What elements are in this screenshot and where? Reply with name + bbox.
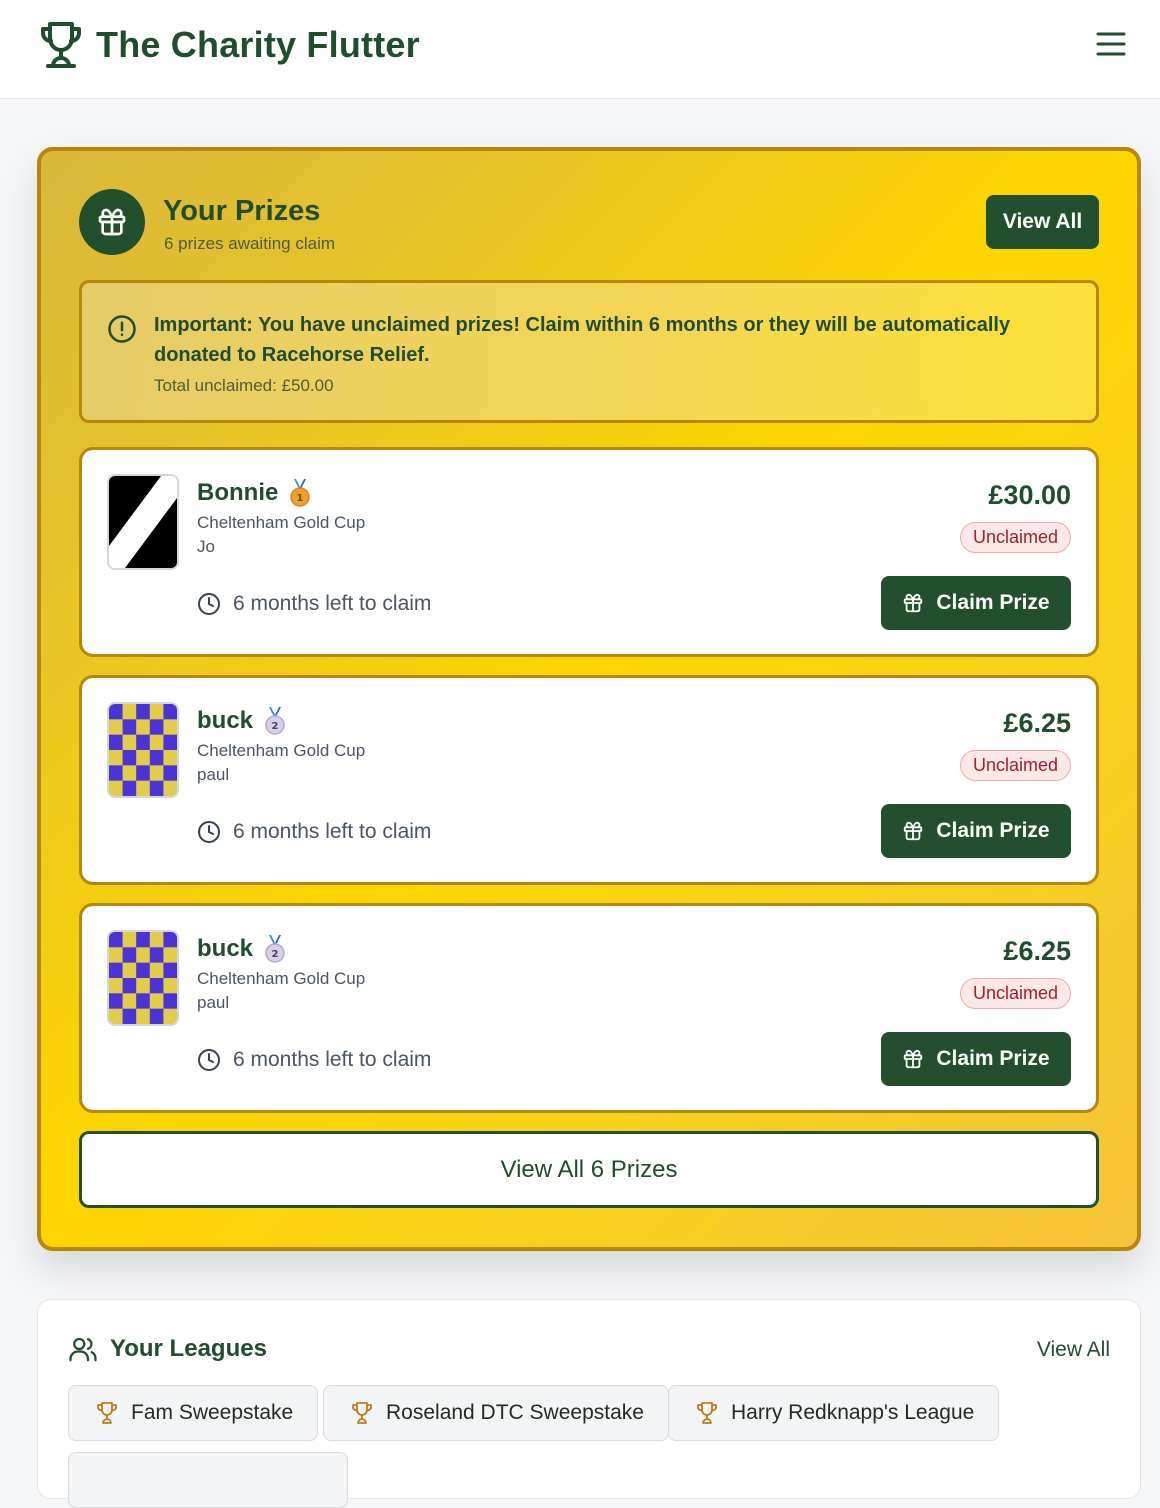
prizes-badge [79,189,145,255]
race-name: Cheltenham Gold Cup [197,513,366,532]
prize-amount: £6.25 [1003,936,1071,966]
gift-icon [904,593,923,613]
prize-amount: £30.00 [988,480,1071,510]
prize-card: buck 2 Cheltenham Gold Cup paul 6 months… [79,675,1099,885]
status-badge: Unclaimed [959,978,1071,1009]
horse-name: Bonnie 1 [197,479,312,507]
status-badge: Unclaimed [959,522,1071,553]
trophy-icon [41,22,81,68]
gold-medal-icon: 1 [290,479,311,507]
unclaimed-warning: Important: You have unclaimed prizes! Cl… [79,280,1099,423]
gift-icon [904,821,923,841]
hamburger-menu-icon[interactable] [1094,28,1128,60]
time-left: 6 months left to claim [197,592,431,616]
league-chip[interactable]: Roseland DTC Sweepstake [323,1385,669,1441]
prize-card: buck 2 Cheltenham Gold Cup paul 6 months… [79,903,1099,1113]
leagues-view-all-link[interactable]: View All [1037,1338,1110,1362]
clock-icon [198,821,220,843]
leagues-panel: Your Leagues View All Fam Sweepstake Ros… [37,1299,1141,1508]
jockey-silk [107,702,179,798]
jockey-silk [107,930,179,1026]
trophy-icon [697,1402,717,1424]
clock-icon [198,1049,220,1071]
warning-message: Important: You have unclaimed prizes! Cl… [154,314,1011,366]
time-left: 6 months left to claim [197,1048,431,1072]
top-bar: The Charity Flutter [0,0,1160,99]
prizes-panel: Your Prizes 6 prizes awaiting claim View… [37,147,1141,1251]
leagues-title: Your Leagues [110,1335,267,1362]
trophy-icon [97,1402,117,1424]
clock-icon [198,593,220,615]
claim-prize-button[interactable]: Claim Prize [881,1032,1071,1086]
league-chip[interactable]: Harry Redknapp's League [668,1385,1000,1441]
silver-medal-icon: 2 [265,935,285,963]
gift-icon [904,1049,923,1069]
prizes-view-all-button[interactable]: View All [986,195,1099,249]
owner-name: paul [197,993,230,1012]
owner-name: Jo [197,537,215,556]
trophy-icon [352,1402,372,1424]
gift-icon [98,208,126,236]
svg-text:2: 2 [272,949,279,960]
claim-prize-button[interactable]: Claim Prize [881,804,1071,858]
owner-name: paul [197,765,230,784]
race-name: Cheltenham Gold Cup [197,969,366,988]
warning-total: Total unclaimed: £50.00 [154,376,334,395]
horse-name: buck 2 [197,935,287,963]
horse-name: buck 2 [197,707,287,735]
svg-text:1: 1 [297,493,304,504]
time-left: 6 months left to claim [197,820,431,844]
league-chip[interactable] [68,1452,348,1508]
status-badge: Unclaimed [959,750,1071,781]
prize-card: Bonnie 1 Cheltenham Gold Cup Jo 6 months… [79,447,1099,657]
race-name: Cheltenham Gold Cup [197,741,366,760]
view-all-prizes-button[interactable]: View All 6 Prizes [79,1131,1099,1208]
prizes-title: Your Prizes [163,195,321,227]
claim-prize-button[interactable]: Claim Prize [881,576,1071,630]
brand-title: The Charity Flutter [96,24,420,65]
brand[interactable]: The Charity Flutter [38,20,420,70]
users-icon [69,1337,97,1362]
prize-amount: £6.25 [1003,708,1071,738]
silver-medal-icon: 2 [265,707,285,735]
league-chip[interactable]: Fam Sweepstake [68,1385,319,1441]
alert-circle-icon [108,315,136,343]
svg-text:2: 2 [272,721,279,732]
prizes-subtitle: 6 prizes awaiting claim [164,234,336,253]
jockey-silk [107,474,179,570]
